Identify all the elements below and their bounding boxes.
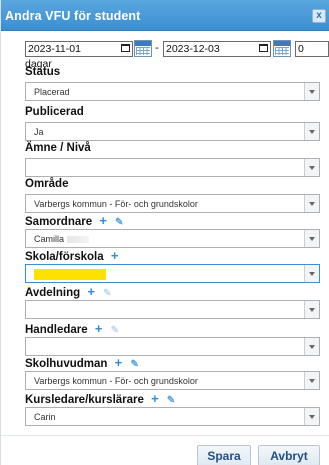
chevron-down-icon[interactable]	[304, 123, 319, 140]
status-label: Status	[25, 66, 61, 78]
avdelning-label-row: Avdelning + ✎	[25, 284, 112, 299]
status-select[interactable]: Placerad	[25, 82, 320, 101]
amne-select[interactable]	[25, 158, 320, 177]
add-skola-plus-icon[interactable]: +	[111, 248, 119, 263]
redacted-surname	[67, 236, 90, 244]
start-calendar-icon[interactable]	[134, 40, 152, 57]
chevron-down-icon[interactable]	[304, 338, 319, 355]
edit-avdelning-pencil-icon[interactable]: ✎	[103, 288, 111, 299]
skolhuvudman-value: Varbergs kommun - För- och grundskolor	[34, 376, 198, 386]
skola-select[interactable]	[25, 264, 320, 283]
status-value: Placerad	[34, 87, 70, 97]
avdelning-label: Avdelning	[25, 287, 81, 299]
calendar-glyph-icon	[259, 44, 268, 52]
samordnare-value-wrap: Camilla	[34, 234, 90, 244]
samordnare-label-row: Samordnare + ✎	[25, 213, 124, 228]
add-handledare-plus-icon[interactable]: +	[95, 321, 103, 336]
end-calendar-icon[interactable]	[273, 40, 291, 57]
kursledare-value: Carin	[34, 412, 56, 422]
chevron-down-icon[interactable]	[304, 301, 319, 318]
kursledare-label: Kursledare/kurslärare	[25, 394, 144, 406]
samordnare-value: Camilla	[34, 234, 65, 244]
omrade-label: Område	[25, 178, 69, 190]
edit-vfu-dialog: Andra VFU för student x 2023-11-01 - 202…	[0, 0, 329, 465]
publicerad-label: Publicerad	[25, 106, 84, 118]
samordnare-select[interactable]: Camilla	[25, 229, 320, 248]
chevron-down-icon[interactable]	[304, 230, 319, 247]
handledare-select[interactable]	[25, 337, 320, 356]
handledare-label-row: Handledare + ✎	[25, 321, 119, 336]
kursledare-label-row: Kursledare/kurslärare + ✎	[25, 391, 175, 406]
amne-label: Ämne / Nivå	[25, 142, 91, 154]
close-icon[interactable]: x	[312, 9, 326, 23]
end-date-value: 2023-12-03	[166, 43, 220, 55]
days-input[interactable]: 0	[295, 41, 329, 57]
date-separator: -	[155, 42, 159, 54]
kursledare-select[interactable]: Carin	[25, 407, 320, 426]
edit-handledare-pencil-icon[interactable]: ✎	[111, 325, 119, 336]
skolhuvudman-label: Skolhuvudman	[25, 358, 108, 370]
handledare-label: Handledare	[25, 324, 88, 336]
edit-skolhuvudman-pencil-icon[interactable]: ✎	[130, 359, 138, 370]
chevron-down-icon[interactable]	[304, 408, 319, 425]
omrade-select[interactable]: Varbergs kommun - För- och grundskolor	[25, 194, 320, 213]
edit-kursledare-pencil-icon[interactable]: ✎	[167, 395, 175, 406]
chevron-down-icon[interactable]	[304, 265, 319, 282]
add-skolhuvudman-plus-icon[interactable]: +	[115, 355, 123, 370]
chevron-down-icon[interactable]	[304, 159, 319, 176]
redacted-school-highlight	[34, 269, 106, 280]
add-avdelning-plus-icon[interactable]: +	[87, 284, 95, 299]
skola-label: Skola/förskola	[25, 251, 104, 263]
skolhuvudman-label-row: Skolhuvudman + ✎	[25, 355, 139, 370]
chevron-down-icon[interactable]	[304, 83, 319, 100]
edit-samordnare-pencil-icon[interactable]: ✎	[115, 217, 123, 228]
chevron-down-icon[interactable]	[304, 372, 319, 389]
avdelning-select[interactable]	[25, 300, 320, 319]
samordnare-label: Samordnare	[25, 216, 93, 228]
save-button[interactable]: Spara	[197, 445, 251, 465]
dialog-title: Andra VFU för student	[5, 9, 141, 23]
publicerad-value: Ja	[34, 127, 44, 137]
footer-divider	[1, 435, 329, 436]
skolhuvudman-select[interactable]: Varbergs kommun - För- och grundskolor	[25, 371, 320, 390]
omrade-value: Varbergs kommun - För- och grundskolor	[34, 199, 198, 209]
skola-label-row: Skola/förskola +	[25, 248, 118, 263]
start-date-value: 2023-11-01	[28, 43, 81, 55]
days-value: 0	[298, 43, 304, 55]
add-samordnare-plus-icon[interactable]: +	[99, 213, 107, 228]
start-date-input[interactable]: 2023-11-01	[25, 41, 133, 57]
add-kursledare-plus-icon[interactable]: +	[151, 391, 159, 406]
publicerad-select[interactable]: Ja	[25, 122, 320, 141]
dialog-titlebar: Andra VFU för student x	[1, 0, 329, 31]
calendar-glyph-icon	[121, 44, 130, 52]
cancel-button[interactable]: Avbryt	[258, 445, 320, 465]
end-date-input[interactable]: 2023-12-03	[163, 41, 271, 57]
chevron-down-icon[interactable]	[304, 195, 319, 212]
